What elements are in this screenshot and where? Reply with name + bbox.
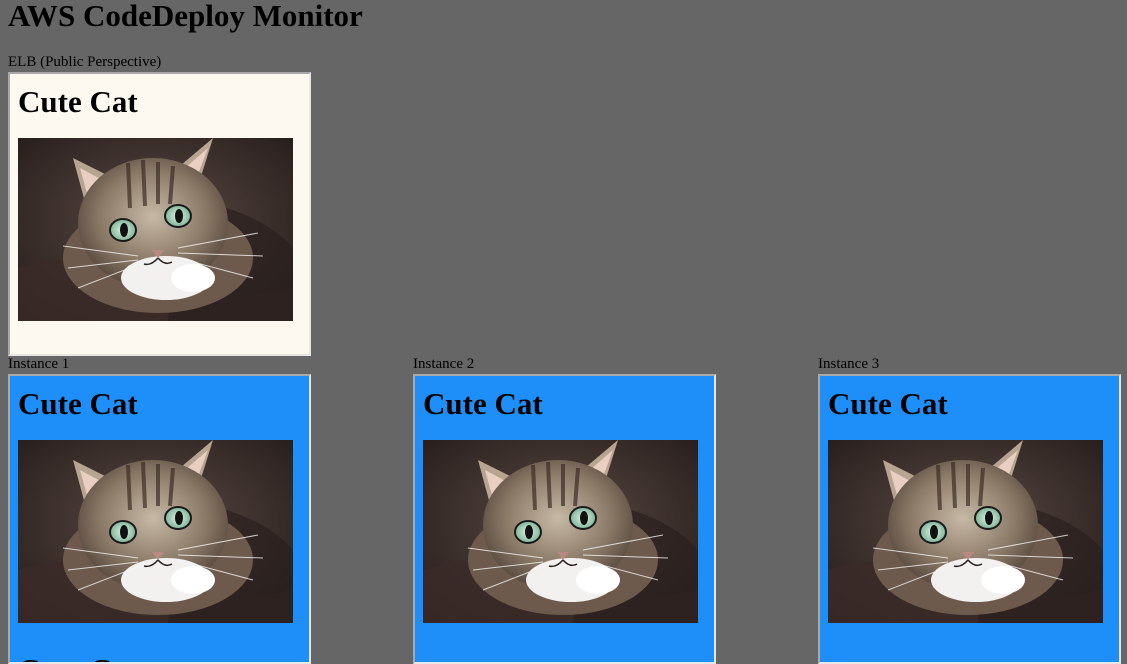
instance-3-heading: Cute Cat xyxy=(828,386,948,421)
instance-1-next-heading: Cute Cat xyxy=(18,652,138,662)
cat-photo xyxy=(828,440,1103,623)
cat-photo xyxy=(423,440,698,623)
cat-photo xyxy=(18,138,293,321)
instance-1-heading: Cute Cat xyxy=(18,386,138,421)
elb-frame[interactable]: Cute Cat xyxy=(8,72,311,356)
instance-3-label: Instance 3 xyxy=(818,356,880,372)
elb-label: ELB (Public Perspective) xyxy=(8,54,162,70)
elb-heading: Cute Cat xyxy=(18,84,138,119)
cat-photo xyxy=(18,440,293,623)
instance-3-frame[interactable]: Cute Cat xyxy=(818,374,1121,664)
instance-2-heading: Cute Cat xyxy=(423,386,543,421)
page-title: AWS CodeDeploy Monitor xyxy=(8,0,363,33)
instance-1-frame[interactable]: Cute Cat Cute Cat xyxy=(8,374,311,664)
instance-2-frame[interactable]: Cute Cat xyxy=(413,374,716,664)
instance-1-label: Instance 1 xyxy=(8,356,70,372)
instance-2-label: Instance 2 xyxy=(413,356,475,372)
